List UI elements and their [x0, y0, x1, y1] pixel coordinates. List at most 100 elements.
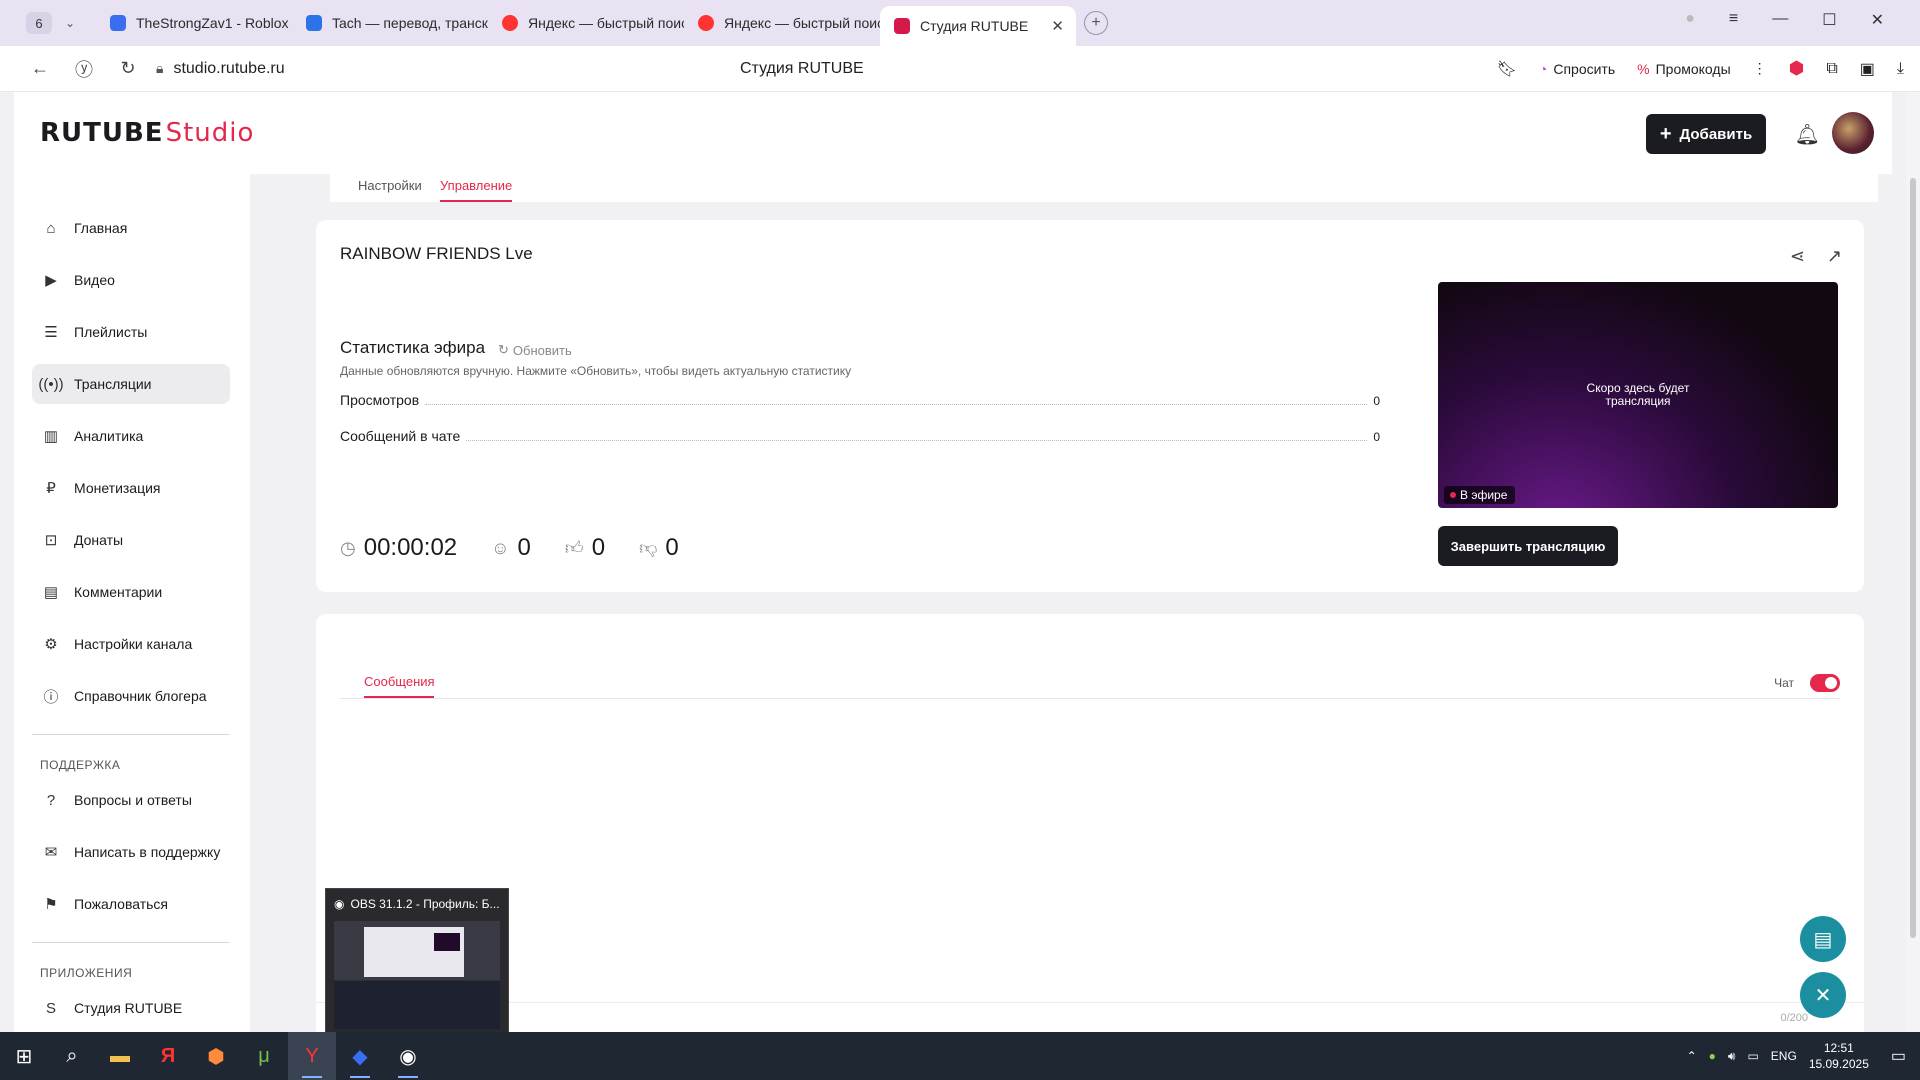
- windows-start-icon[interactable]: ⊞: [0, 1032, 48, 1080]
- sidebar-item-report[interactable]: ⚑ Пожаловаться: [32, 884, 230, 924]
- sidebar-item-playlists[interactable]: ☰ Плейлисты: [32, 312, 230, 352]
- refresh-button[interactable]: ↻ Обновить: [498, 342, 572, 358]
- browser-tab[interactable]: Яндекс — быстрый поиск: [684, 5, 880, 41]
- close-icon[interactable]: ✕: [1051, 17, 1064, 35]
- end-stream-button[interactable]: Завершить трансляцию: [1438, 526, 1618, 566]
- avatar[interactable]: [1832, 112, 1874, 154]
- tab-messages[interactable]: Сообщения: [364, 674, 435, 689]
- sidebar-item-analytics[interactable]: ▥ Аналитика: [32, 416, 230, 456]
- add-button[interactable]: + Добавить: [1646, 114, 1766, 154]
- bookmark-icon[interactable]: 🔖︎: [1497, 59, 1517, 79]
- rutube-studio-favicon-icon: [894, 18, 910, 34]
- metric-viewers: ☺ 0: [491, 534, 531, 562]
- share-icon[interactable]: ⋖: [1790, 246, 1805, 267]
- sidebar-item-blogger-guide[interactable]: ⓘ Справочник блогера: [32, 676, 230, 716]
- sidebar-item-monetization[interactable]: ₽ Монетизация: [32, 468, 230, 508]
- sidebar-item-broadcasts[interactable]: ((•)) Трансляции: [32, 364, 230, 404]
- likes-value: 0: [591, 534, 606, 561]
- obs-icon[interactable]: ◉: [384, 1032, 432, 1080]
- rutube-studio-logo[interactable]: RUTUBEStudio: [40, 118, 254, 148]
- app-tray-icon[interactable]: ●: [1709, 1049, 1716, 1063]
- sidebar-item-faq[interactable]: ? Вопросы и ответы: [32, 780, 230, 820]
- back-arrow-icon[interactable]: ←: [18, 58, 62, 79]
- sidebar-apps-heading: ПРИЛОЖЕНИЯ: [40, 966, 133, 980]
- tab-settings[interactable]: Настройки: [358, 178, 422, 193]
- menu-icon[interactable]: ≡: [1729, 10, 1738, 30]
- notifications-icon[interactable]: ▭: [1891, 1046, 1906, 1066]
- sidebar-item-comments[interactable]: ▤ Комментарии: [32, 572, 230, 612]
- close-window-icon[interactable]: ✕: [1871, 10, 1884, 30]
- dotted-leader: [466, 440, 1368, 441]
- yandex-browser-icon[interactable]: Я: [144, 1032, 192, 1080]
- network-icon[interactable]: ▭: [1747, 1049, 1758, 1063]
- roblox-studio-icon[interactable]: ◆: [336, 1032, 384, 1080]
- obs-taskbar-preview[interactable]: ◉ OBS 31.1.2 - Профиль: Б...: [325, 888, 509, 1036]
- volume-icon[interactable]: 🔊︎: [1728, 1049, 1736, 1064]
- browser-tab-bar: 6 ⌄ TheStrongZav1 - Roblox Tach — перево…: [0, 0, 1920, 46]
- browser-tab[interactable]: TheStrongZav1 - Roblox: [96, 5, 292, 41]
- search-icon[interactable]: ⌕: [48, 1032, 96, 1080]
- browser-tab-active[interactable]: Студия RUTUBE ✕: [880, 6, 1076, 46]
- thumbs-up-icon: 👍︎: [564, 538, 584, 558]
- sidebar-item-contact-support[interactable]: ✉ Написать в поддержку: [32, 832, 230, 872]
- viewers-value: 0: [517, 534, 531, 561]
- promo-button[interactable]: % Промокоды: [1637, 61, 1731, 77]
- sidebar-item-label: Главная: [74, 220, 128, 236]
- yandex-icon[interactable]: Y: [288, 1032, 336, 1080]
- minimize-icon[interactable]: —: [1772, 10, 1788, 30]
- sidebar-item-label: Донаты: [74, 532, 124, 548]
- more-icon[interactable]: ⋮: [1753, 60, 1767, 77]
- profile-icon[interactable]: ●: [1685, 10, 1695, 30]
- clock[interactable]: 12:51 15.09.2025: [1809, 1040, 1869, 1072]
- puzzle-icon[interactable]: ⧉: [1826, 60, 1837, 78]
- ask-button[interactable]: ◔ Спросить: [1539, 61, 1615, 77]
- sidebar-item-label: Плейлисты: [74, 324, 148, 340]
- browser-tab[interactable]: Яндекс — быстрый поиск: [488, 5, 684, 41]
- yandex-icon[interactable]: ⓨ: [62, 56, 106, 82]
- yandex-favicon-icon: [698, 15, 714, 31]
- stream-preview[interactable]: Скоро здесь будет трансляция В эфире: [1438, 282, 1838, 508]
- reload-icon[interactable]: ↻: [106, 58, 150, 79]
- url-text: studio.rutube.ru: [173, 59, 285, 77]
- sidebar-item-donations[interactable]: ⊡ Донаты: [32, 520, 230, 560]
- address-bar-actions: 🔖︎ ◔ Спросить % Промокоды ⋮ ⬢ ⧉ ▣ ⤓: [1497, 58, 1904, 79]
- sidebar-item-label: Комментарии: [74, 584, 163, 600]
- yandex-favicon-icon: [502, 15, 518, 31]
- sidebar-item-studio-app[interactable]: S Студия RUTUBE: [32, 988, 230, 1028]
- chat-char-counter: 0/200: [1780, 1012, 1808, 1024]
- system-tray: ⌃ ● 🔊︎ ▭ ENG 12:51 15.09.2025 ▭: [1687, 1040, 1906, 1072]
- dotted-leader: [425, 404, 1368, 405]
- bell-icon[interactable]: 🔔︎: [1795, 122, 1820, 147]
- url-field[interactable]: 🔒︎ studio.rutube.ru: [156, 60, 285, 78]
- thumbs-down-icon: 👎︎: [639, 538, 658, 558]
- download-icon[interactable]: ⤓: [1897, 60, 1904, 78]
- sidebar-item-home[interactable]: ⌂ Главная: [32, 208, 230, 248]
- chevron-down-icon[interactable]: ⌄: [58, 16, 82, 30]
- refresh-icon: ↻: [498, 342, 509, 357]
- scrollbar-thumb[interactable]: [1910, 178, 1916, 938]
- sidebar-item-video[interactable]: ▶ Видео: [32, 260, 230, 300]
- sidebar-item-label: Написать в поддержку: [74, 844, 221, 860]
- extension-red-icon[interactable]: ⬢: [1789, 58, 1805, 79]
- chat-toggle[interactable]: [1810, 674, 1840, 692]
- chat-input-border: [316, 1002, 1864, 1003]
- close-support-button[interactable]: ✕: [1800, 972, 1846, 1018]
- browser-tab[interactable]: Tach — перевод, транскр: [292, 5, 488, 41]
- chevron-up-icon[interactable]: ⌃: [1687, 1049, 1697, 1063]
- tab-counter[interactable]: 6: [26, 12, 52, 34]
- tab-manage[interactable]: Управление: [440, 178, 512, 193]
- sidebar-item-label: Пожаловаться: [74, 896, 169, 912]
- chat-support-button[interactable]: ▤: [1800, 916, 1846, 962]
- collections-icon[interactable]: ▣: [1860, 59, 1875, 79]
- new-tab-button[interactable]: +: [1084, 11, 1108, 35]
- utorrent-icon[interactable]: μ: [240, 1032, 288, 1080]
- close-icon: ✕: [1814, 984, 1832, 1007]
- chat-divider: [340, 698, 1840, 699]
- maximize-icon[interactable]: ☐: [1822, 10, 1836, 30]
- external-link-icon[interactable]: ↗: [1827, 246, 1842, 267]
- page-scrollbar[interactable]: [1906, 92, 1920, 1032]
- file-explorer-icon[interactable]: ▬: [96, 1032, 144, 1080]
- sidebar-item-channel-settings[interactable]: ⚙ Настройки канала: [32, 624, 230, 664]
- shield-app-icon[interactable]: ⬢: [192, 1032, 240, 1080]
- language-indicator[interactable]: ENG: [1771, 1049, 1797, 1063]
